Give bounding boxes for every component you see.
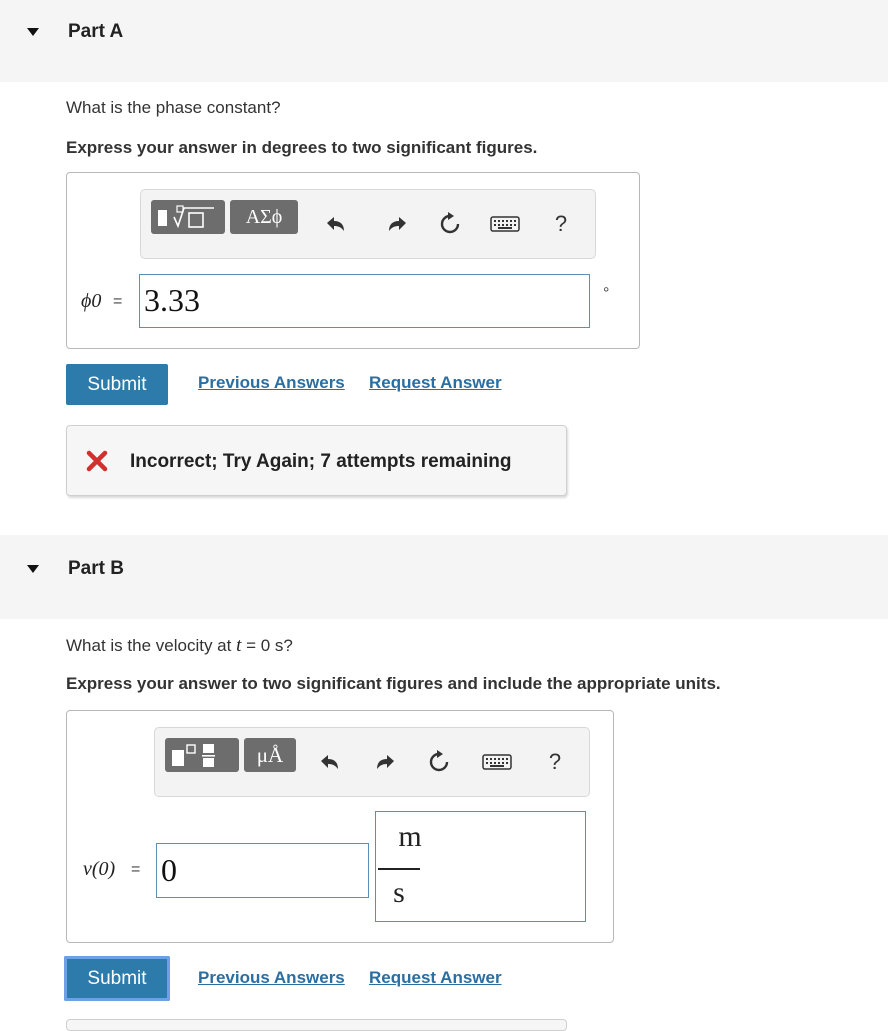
equals-sign: = <box>113 293 123 310</box>
incorrect-x-icon <box>86 450 108 472</box>
greek-symbols-button[interactable]: ΑΣϕ <box>230 200 298 234</box>
fraction-templates-icon <box>172 744 215 767</box>
templates-button[interactable] <box>151 200 225 234</box>
degree-unit-symbol: ° <box>603 285 610 302</box>
unit-numerator: m <box>398 820 422 853</box>
feedback-message: Incorrect; Try Again; 7 attempts remaini… <box>130 451 512 472</box>
part-b-submit-button[interactable]: Submit <box>64 956 170 1001</box>
part-a-answer-box: ΑΣϕ ? ϕ0 = 3.33 ° <box>66 172 640 349</box>
part-b-answer-box: μÅ ? v(0) = 0 m s <box>66 710 614 943</box>
part-a-previous-answers-link[interactable]: Previous Answers <box>198 373 345 393</box>
reset-icon[interactable] <box>437 211 463 237</box>
part-a-feedback: Incorrect; Try Again; 7 attempts remaini… <box>66 425 567 496</box>
fraction-bar <box>378 868 420 870</box>
velocity-unit-input[interactable]: m s <box>375 811 586 922</box>
part-b-title: Part B <box>68 558 124 579</box>
part-b-previous-answers-link[interactable]: Previous Answers <box>198 968 345 988</box>
phase-variable-label: ϕ0 <box>81 290 102 312</box>
greek-symbols-label: ΑΣϕ <box>245 205 283 228</box>
part-a-submit-button[interactable]: Submit <box>66 364 168 405</box>
part-a-math-toolbar: ΑΣϕ ? <box>140 189 596 259</box>
help-label: ? <box>554 211 568 236</box>
part-b-header[interactable]: Part B <box>0 535 888 619</box>
part-b-request-answer-link[interactable]: Request Answer <box>369 968 502 988</box>
collapse-caret-icon[interactable] <box>27 565 39 573</box>
part-b-question: What is the velocity at t = 0 s? <box>66 635 293 656</box>
part-b-feedback-edge <box>66 1019 567 1031</box>
redo-icon[interactable] <box>385 212 409 236</box>
velocity-variable-label: v(0) <box>83 858 116 880</box>
units-label: μÅ <box>256 742 284 767</box>
help-label: ? <box>548 749 562 774</box>
part-a-title: Part A <box>68 21 124 42</box>
templates-button[interactable] <box>165 738 239 772</box>
phase-constant-input[interactable]: 3.33 <box>139 274 590 328</box>
keyboard-icon[interactable] <box>481 752 513 772</box>
reset-icon[interactable] <box>426 749 452 775</box>
templates-icon <box>158 205 214 229</box>
part-a-question: What is the phase constant? <box>66 98 281 117</box>
equals-sign: = <box>131 861 141 878</box>
undo-icon[interactable] <box>318 750 342 774</box>
part-a-header[interactable]: Part A <box>0 0 888 82</box>
help-icon[interactable]: ? <box>543 748 567 776</box>
part-a-request-answer-link[interactable]: Request Answer <box>369 373 502 393</box>
units-button[interactable]: μÅ <box>244 738 296 772</box>
part-b-math-toolbar: μÅ ? <box>154 727 590 797</box>
part-a-instruction: Express your answer in degrees to two si… <box>66 138 538 157</box>
part-b-instruction: Express your answer to two significant f… <box>66 674 721 693</box>
undo-icon[interactable] <box>324 212 348 236</box>
redo-icon[interactable] <box>373 750 397 774</box>
collapse-caret-icon[interactable] <box>27 28 39 36</box>
velocity-value-input[interactable]: 0 <box>156 843 369 898</box>
keyboard-icon[interactable] <box>489 214 521 234</box>
unit-denominator: s <box>393 876 405 909</box>
help-icon[interactable]: ? <box>549 210 573 238</box>
